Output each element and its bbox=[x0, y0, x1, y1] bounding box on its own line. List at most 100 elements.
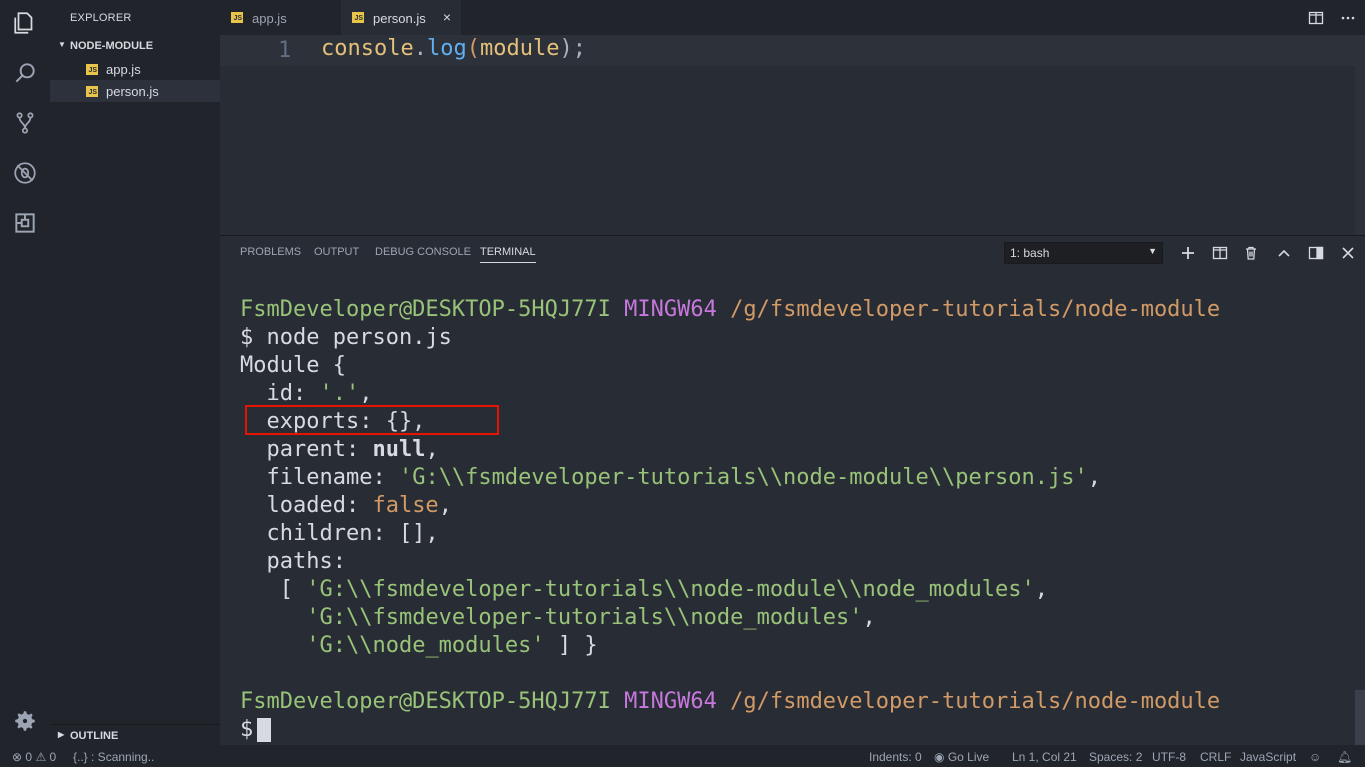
chevron-up-icon[interactable] bbox=[1276, 245, 1292, 261]
terminal-output-line: [ 'G:\\fsmdeveloper-tutorials\\node-modu… bbox=[240, 576, 1048, 604]
code-line-1[interactable]: console.log(module); bbox=[321, 36, 586, 61]
terminal-output-line: filename: 'G:\\fsmdeveloper-tutorials\\n… bbox=[240, 464, 1101, 492]
chevron-down-icon: ▼ bbox=[58, 40, 66, 49]
output-key: parent: bbox=[240, 437, 373, 462]
language-mode[interactable]: JavaScript bbox=[1240, 750, 1296, 764]
js-file-icon: JS bbox=[352, 12, 364, 23]
output-punct: , bbox=[438, 493, 452, 518]
problems-status[interactable]: ⊗ 0 ⚠ 0 bbox=[12, 750, 56, 764]
source-control-icon[interactable] bbox=[10, 108, 40, 138]
folder-header[interactable]: ▼ NODE-MODULE bbox=[50, 36, 220, 56]
output-punct: [ bbox=[240, 577, 307, 602]
file-item-app-js[interactable]: JS app.js bbox=[50, 58, 220, 80]
bottom-panel: PROBLEMS OUTPUT DEBUG CONSOLE TERMINAL 1… bbox=[220, 235, 1365, 746]
output-punct: , bbox=[1034, 577, 1048, 602]
terminal-output-line: 'G:\\node_modules' ] } bbox=[240, 632, 597, 660]
tab-output[interactable]: OUTPUT bbox=[314, 246, 359, 258]
close-panel-icon[interactable] bbox=[1340, 245, 1356, 261]
output-string: 'G:\\node_modules' bbox=[306, 633, 545, 658]
close-icon[interactable]: × bbox=[443, 9, 451, 25]
prompt-env: MINGW64 bbox=[624, 297, 717, 322]
eol-status[interactable]: CRLF bbox=[1200, 750, 1231, 764]
spaces-status[interactable]: Spaces: 2 bbox=[1089, 750, 1142, 764]
output-key: loaded: bbox=[240, 493, 373, 518]
terminal-select-value: 1: bash bbox=[1010, 246, 1050, 260]
outline-label: OUTLINE bbox=[70, 730, 119, 742]
prompt-dollar: $ bbox=[240, 717, 254, 742]
editor-tab-bar: JS app.js JS person.js × bbox=[220, 0, 1365, 35]
tab-person-js[interactable]: JS person.js × bbox=[341, 0, 461, 35]
split-editor-icon[interactable] bbox=[1308, 10, 1324, 26]
prompt-user: FsmDeveloper@DESKTOP-5HQJ77I bbox=[240, 297, 611, 322]
warning-count: 0 bbox=[49, 750, 57, 764]
activity-bar bbox=[0, 0, 50, 745]
output-punct bbox=[240, 633, 306, 658]
feedback-smiley-icon[interactable]: ☺ bbox=[1309, 750, 1321, 764]
prompt-path: /g/fsmdeveloper-tutorials/node-module bbox=[730, 297, 1221, 322]
tab-app-js[interactable]: JS app.js bbox=[220, 0, 340, 35]
terminal-cursor bbox=[257, 718, 272, 742]
chevron-right-icon: ▶ bbox=[58, 730, 65, 739]
output-punct: , bbox=[862, 605, 876, 630]
scanning-status[interactable]: {..} : Scanning.. bbox=[73, 750, 154, 764]
code-function: log bbox=[426, 36, 467, 61]
explorer-sidebar: EXPLORER ▼ NODE-MODULE JS app.js JS pers… bbox=[50, 0, 220, 745]
output-punct: , bbox=[425, 437, 439, 462]
terminal-scrollbar[interactable] bbox=[1355, 690, 1365, 745]
cursor-position[interactable]: Ln 1, Col 21 bbox=[1012, 750, 1077, 764]
warning-icon: ⚠ bbox=[35, 750, 47, 764]
tab-problems[interactable]: PROBLEMS bbox=[240, 246, 301, 258]
file-name: app.js bbox=[106, 62, 141, 77]
indents-status[interactable]: Indents: 0 bbox=[869, 750, 922, 764]
settings-gear-icon[interactable] bbox=[10, 706, 40, 736]
terminal-prompt-line: FsmDeveloper@DESKTOP-5HQJ77I MINGW64 /g/… bbox=[240, 688, 1220, 716]
extensions-icon[interactable] bbox=[10, 208, 40, 238]
code-paren-open: ( bbox=[466, 36, 480, 61]
terminal-output-line: paths: bbox=[240, 549, 346, 574]
terminal-input-line[interactable]: $ bbox=[240, 716, 272, 744]
code-editor[interactable]: 1 console.log(module); bbox=[220, 35, 1355, 235]
code-paren-close: ); bbox=[559, 36, 586, 61]
output-null: null bbox=[372, 437, 426, 462]
terminal-output-line: 'G:\\fsmdeveloper-tutorials\\node_module… bbox=[240, 604, 876, 632]
files-icon[interactable] bbox=[10, 8, 40, 38]
js-file-icon: JS bbox=[86, 64, 98, 75]
file-name: person.js bbox=[106, 84, 159, 99]
prompt-path: /g/fsmdeveloper-tutorials/node-module bbox=[730, 689, 1221, 714]
tab-label: person.js bbox=[373, 11, 426, 26]
file-item-person-js[interactable]: JS person.js bbox=[50, 80, 220, 102]
line-number: 1 bbox=[278, 38, 292, 63]
debug-icon[interactable] bbox=[10, 158, 40, 188]
code-object: console bbox=[321, 36, 414, 61]
new-terminal-icon[interactable] bbox=[1180, 245, 1196, 261]
folder-name: NODE-MODULE bbox=[70, 40, 154, 52]
prompt-user: FsmDeveloper@DESKTOP-5HQJ77I bbox=[240, 689, 611, 714]
go-live-button[interactable]: ◉ Go Live bbox=[934, 750, 989, 764]
trash-icon[interactable] bbox=[1243, 245, 1259, 261]
tab-label: app.js bbox=[252, 11, 287, 26]
output-string: 'G:\\fsmdeveloper-tutorials\\node_module… bbox=[306, 605, 863, 630]
outline-header[interactable]: ▶ OUTLINE bbox=[50, 724, 220, 746]
more-actions-icon[interactable] bbox=[1340, 10, 1356, 26]
split-terminal-icon[interactable] bbox=[1212, 245, 1228, 261]
output-string: '.' bbox=[319, 381, 360, 406]
error-count: 0 bbox=[25, 750, 33, 764]
terminal-output-line: children: [], bbox=[240, 521, 439, 546]
notifications-bell-icon[interactable]: 🔔︎ bbox=[1337, 750, 1352, 764]
tab-terminal[interactable]: TERMINAL bbox=[480, 246, 536, 263]
editor-scrollbar[interactable] bbox=[1355, 35, 1365, 235]
output-string: 'G:\\fsmdeveloper-tutorials\\node-module… bbox=[398, 465, 1088, 490]
panel-layout-icon[interactable] bbox=[1308, 245, 1324, 261]
code-dot: . bbox=[413, 36, 427, 61]
terminal-output-line: Module { bbox=[240, 353, 346, 378]
terminal-select[interactable]: 1: bash ▼ bbox=[1004, 242, 1163, 264]
encoding-status[interactable]: UTF-8 bbox=[1152, 750, 1186, 764]
js-file-icon: JS bbox=[231, 12, 243, 23]
status-bar: ⊗ 0 ⚠ 0 {..} : Scanning.. Indents: 0 ◉ G… bbox=[0, 745, 1365, 767]
output-punct: , bbox=[1087, 465, 1101, 490]
tab-debug-console[interactable]: DEBUG CONSOLE bbox=[375, 246, 471, 258]
search-icon[interactable] bbox=[10, 58, 40, 88]
command-text: node person.js bbox=[266, 325, 452, 350]
highlight-box bbox=[245, 405, 499, 435]
go-live-label: Go Live bbox=[947, 750, 990, 764]
